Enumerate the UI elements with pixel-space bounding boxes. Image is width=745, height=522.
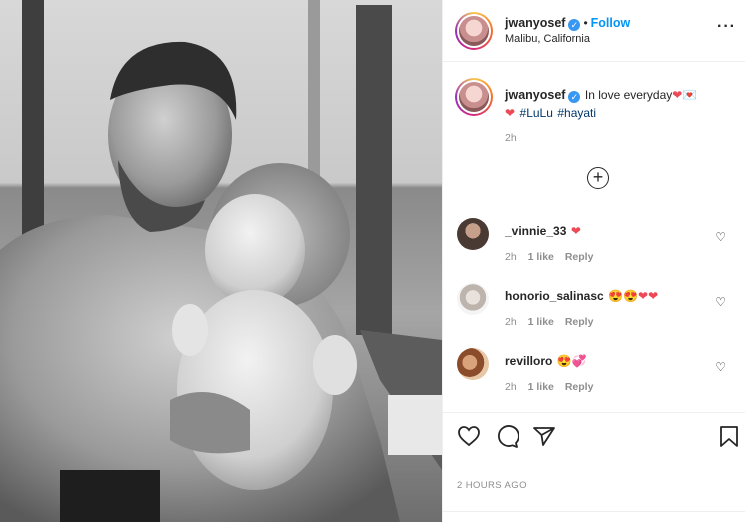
comment-meta: 2h 1 like Reply	[505, 316, 593, 328]
plus-circle-icon[interactable]: +	[587, 167, 609, 189]
comment-text: 😍💞	[556, 354, 587, 368]
heart-icon[interactable]	[457, 425, 481, 447]
comment-likes[interactable]: 1 like	[528, 316, 554, 328]
heart-icon[interactable]: ♡	[715, 230, 726, 244]
post-location[interactable]: Malibu, California	[505, 33, 590, 45]
caption: jwanyosef ✓ In love everyday❤💌 ❤ #LuLu #h…	[505, 86, 735, 122]
reply-button[interactable]: Reply	[565, 381, 594, 393]
comment-line: revilloro 😍💞	[505, 352, 587, 370]
commenter-username[interactable]: _vinnie_33	[505, 224, 566, 238]
bookmark-icon[interactable]	[719, 425, 739, 448]
red-heart-emoji: ❤	[672, 88, 683, 102]
photo-father-and-baby	[0, 0, 442, 522]
post-sidebar: jwanyosef ✓ • Follow Malibu, California ···…	[442, 0, 745, 522]
commenter-avatar[interactable]	[457, 283, 489, 315]
post-header: jwanyosef ✓ • Follow Malibu, California ···	[443, 0, 745, 62]
commenter-username[interactable]: honorio_salinasc	[505, 289, 604, 303]
comment-line: honorio_salinasc 😍😍❤❤	[505, 287, 658, 305]
comment-text: 😍😍❤❤	[608, 289, 659, 303]
more-options-icon[interactable]: ···	[717, 18, 736, 36]
divider	[443, 511, 745, 512]
heart-icon[interactable]: ♡	[715, 360, 726, 374]
reply-button[interactable]: Reply	[565, 251, 594, 263]
hashtag-lulu[interactable]: #LuLu	[520, 106, 553, 120]
action-bar: 2 HOURS AGO	[443, 412, 745, 522]
author-username[interactable]: jwanyosef	[505, 16, 565, 30]
post-time-ago[interactable]: 2 HOURS AGO	[457, 480, 527, 491]
comment-time[interactable]: 2h	[505, 381, 517, 393]
comment-text: ❤	[570, 224, 581, 238]
comment-meta: 2h 1 like Reply	[505, 251, 593, 263]
comment-meta: 2h 1 like Reply	[505, 381, 593, 393]
header-user-line: jwanyosef ✓ • Follow	[505, 14, 630, 32]
paper-plane-icon[interactable]	[532, 425, 556, 447]
verified-badge-icon: ✓	[568, 19, 581, 31]
love-letter-emoji: 💌	[682, 88, 698, 102]
reply-button[interactable]: Reply	[565, 316, 594, 328]
caption-avatar[interactable]	[455, 78, 493, 116]
comment-time[interactable]: 2h	[505, 316, 517, 328]
verified-badge-icon: ✓	[568, 91, 581, 103]
comment-line: _vinnie_33 ❤	[505, 222, 581, 240]
separator-dot: •	[583, 16, 588, 30]
hashtag-hayati[interactable]: #hayati	[557, 106, 596, 120]
comment-item: revilloro 😍💞 2h 1 like Reply ♡	[443, 348, 745, 413]
follow-button[interactable]: Follow	[591, 16, 631, 30]
heart-icon[interactable]: ♡	[715, 295, 726, 309]
commenter-username[interactable]: revilloro	[505, 354, 552, 368]
comment-item: honorio_salinasc 😍😍❤❤ 2h 1 like Reply ♡	[443, 283, 745, 348]
comment-time[interactable]: 2h	[505, 251, 517, 263]
commenter-avatar[interactable]	[457, 348, 489, 380]
red-heart-emoji: ❤	[505, 106, 516, 120]
post-photo[interactable]	[0, 0, 442, 522]
caption-text: In love everyday	[584, 88, 673, 102]
comment-likes[interactable]: 1 like	[528, 381, 554, 393]
comment-item: _vinnie_33 ❤ 2h 1 like Reply ♡	[443, 218, 745, 283]
caption-username[interactable]: jwanyosef	[505, 88, 565, 102]
comment-icon[interactable]	[495, 425, 519, 448]
author-avatar[interactable]	[455, 12, 493, 50]
commenter-avatar[interactable]	[457, 218, 489, 250]
comment-likes[interactable]: 1 like	[528, 251, 554, 263]
caption-time: 2h	[505, 132, 517, 144]
